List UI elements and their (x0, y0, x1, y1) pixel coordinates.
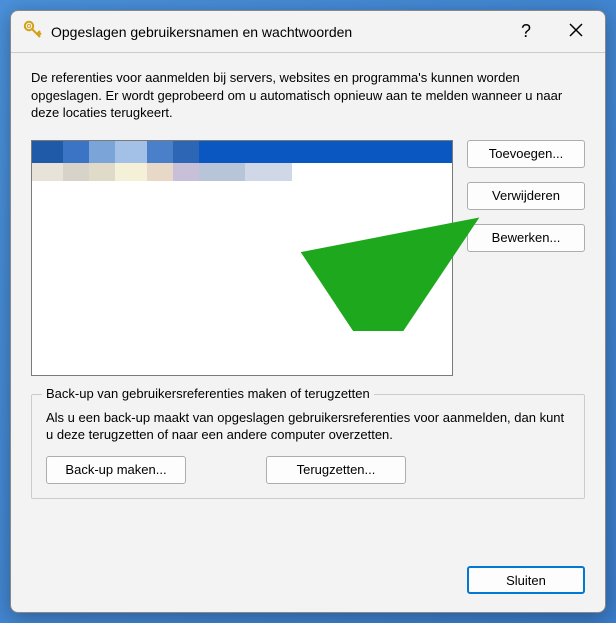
stored-credentials-dialog: Opgeslagen gebruikersnamen en wachtwoord… (10, 10, 606, 613)
credentials-listbox[interactable] (31, 140, 453, 376)
add-button[interactable]: Toevoegen... (467, 140, 585, 168)
restore-button[interactable]: Terugzetten... (266, 456, 406, 484)
titlebar-controls: ? (511, 17, 593, 46)
side-buttons: Toevoegen... Verwijderen Bewerken... (467, 140, 585, 376)
groupbox-buttons: Back-up maken... Terugzetten... (46, 456, 570, 484)
dialog-footer: Sluiten (11, 566, 605, 612)
close-button[interactable] (559, 19, 593, 44)
backup-button[interactable]: Back-up maken... (46, 456, 186, 484)
description-text: De referenties voor aanmelden bij server… (31, 69, 585, 122)
key-icon (23, 20, 43, 43)
groupbox-text: Als u een back-up maakt van opgeslagen g… (46, 409, 570, 444)
main-row: Toevoegen... Verwijderen Bewerken... (31, 140, 585, 376)
edit-button[interactable]: Bewerken... (467, 224, 585, 252)
blurred-selection (32, 141, 292, 163)
close-dialog-button[interactable]: Sluiten (467, 566, 585, 594)
help-button[interactable]: ? (511, 17, 541, 46)
remove-button[interactable]: Verwijderen (467, 182, 585, 210)
blurred-row (32, 163, 292, 181)
groupbox-title: Back-up van gebruikersreferenties maken … (42, 386, 374, 401)
dialog-title: Opgeslagen gebruikersnamen en wachtwoord… (51, 24, 511, 40)
titlebar: Opgeslagen gebruikersnamen en wachtwoord… (11, 11, 605, 53)
dialog-content: De referenties voor aanmelden bij server… (11, 53, 605, 566)
backup-groupbox: Back-up van gebruikersreferenties maken … (31, 394, 585, 499)
